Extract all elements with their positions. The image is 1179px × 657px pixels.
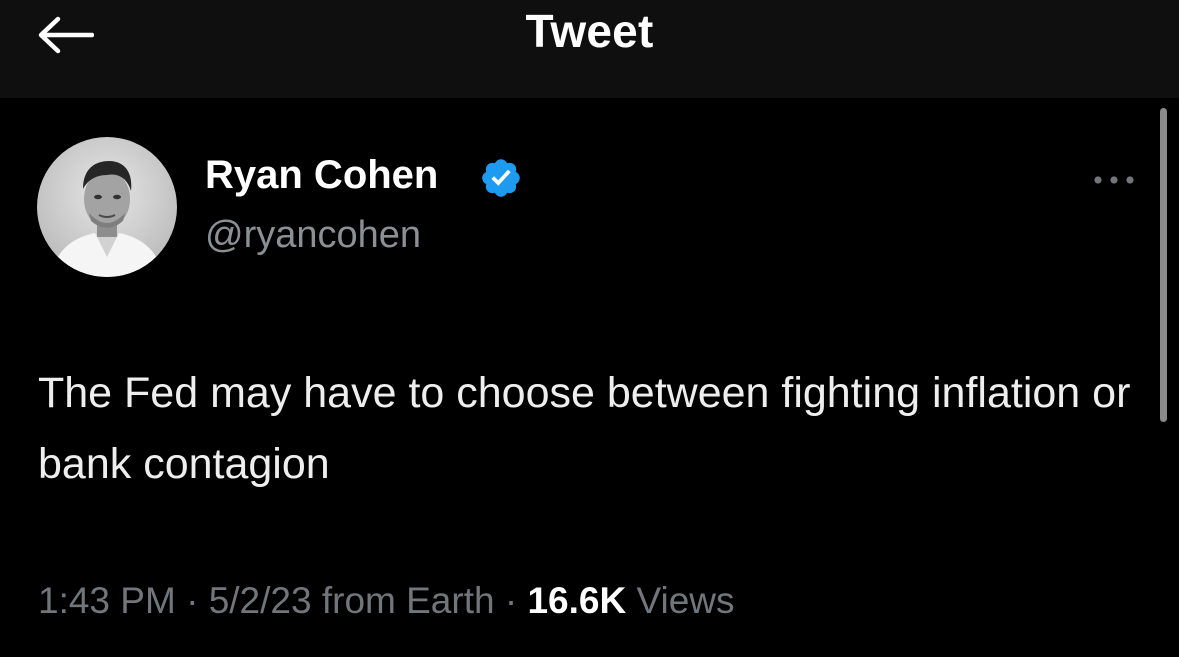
scrollbar[interactable] xyxy=(1160,108,1167,422)
author-handle: @ryancohen xyxy=(205,214,422,256)
verified-badge-icon xyxy=(482,159,520,197)
tweet-time[interactable]: 1:43 PM xyxy=(38,580,176,621)
views-label: Views xyxy=(636,580,735,621)
tweet-meta: 1:43 PM · 5/2/23 from Earth · 16.6K View… xyxy=(38,580,735,622)
page-title: Tweet xyxy=(525,5,654,57)
views-count[interactable]: 16.6K xyxy=(527,580,626,621)
meta-separator: · xyxy=(186,580,199,621)
tweet-text: The Fed may have to choose between fight… xyxy=(38,369,1131,488)
tweet-source: from Earth xyxy=(321,580,495,621)
meta-separator: · xyxy=(504,580,518,621)
avatar[interactable] xyxy=(37,137,177,277)
top-bar: Tweet xyxy=(0,0,1179,98)
author-name[interactable]: Ryan Cohen xyxy=(205,153,438,198)
ellipsis-icon[interactable] xyxy=(1090,165,1138,195)
profile-photo xyxy=(37,137,177,277)
tweet-date[interactable]: 5/2/23 xyxy=(209,580,312,621)
